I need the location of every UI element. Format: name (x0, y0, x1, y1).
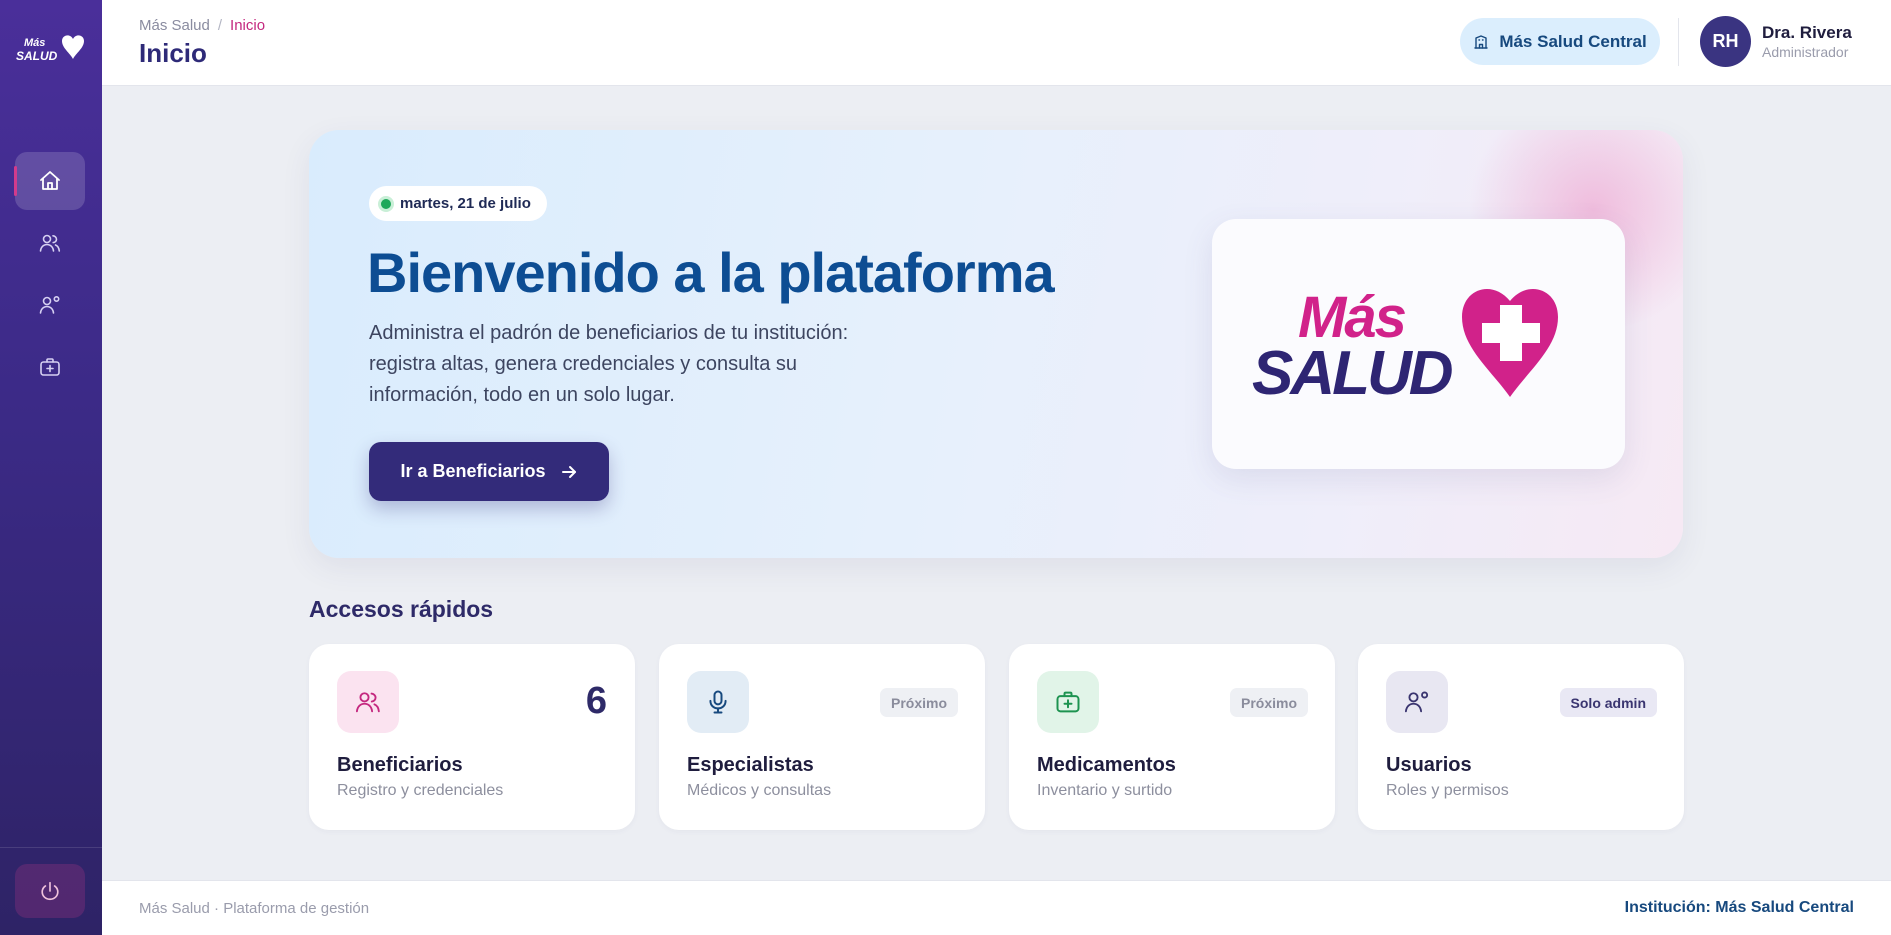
status-badge: Próximo (1229, 688, 1308, 717)
logout-button[interactable] (15, 864, 85, 918)
svg-text:Más: Más (24, 37, 45, 49)
welcome-hero: martes, 21 de julio Bienvenido a la plat… (309, 130, 1683, 558)
footer-institution-label: Institución: Más Salud Central (1624, 899, 1854, 916)
microphone-icon (709, 690, 727, 714)
sidebar-logo[interactable]: Más SALUD (14, 32, 88, 66)
quick-card-especialistas[interactable]: Próximo Especialistas Médicos y consulta… (659, 644, 985, 830)
power-icon (41, 881, 59, 901)
footer-app-label: Más Salud · Plataforma de gestión (139, 900, 370, 917)
quick-card-title: Usuarios (1386, 754, 1472, 776)
user-settings-icon (39, 295, 60, 314)
sidebar-item-usuarios[interactable] (15, 276, 85, 334)
quick-card-icon-box (1037, 671, 1099, 733)
quick-access-title: Accesos rápidos (309, 596, 494, 622)
users-icon (355, 692, 380, 713)
users-icon (39, 234, 61, 252)
institution-chip[interactable]: Más Salud Central (1460, 18, 1660, 65)
quick-card-medicamentos[interactable]: Próximo Medicamentos Inventario y surtid… (1009, 644, 1335, 830)
avatar[interactable]: RH (1700, 16, 1751, 67)
arrow-right-icon (561, 465, 576, 478)
quick-card-icon-box (337, 671, 399, 733)
mas-salud-logo: Más SALUD (1252, 285, 1558, 407)
sidebar-item-inicio[interactable] (14, 152, 85, 210)
top-header: Más Salud / Inicio Inicio Más Salud Centra… (102, 0, 1891, 86)
hero-title: Bienvenido a la plataforma (367, 241, 1055, 304)
status-dot-icon (381, 198, 391, 209)
quick-card-title: Medicamentos (1037, 754, 1176, 776)
building-icon (1474, 34, 1489, 49)
quick-card-icon-box (1386, 671, 1448, 733)
breadcrumb: Más Salud / Inicio (139, 17, 265, 34)
quick-card-subtitle: Inventario y surtido (1037, 782, 1173, 799)
date-label: martes, 21 de julio (400, 195, 531, 212)
quick-card-title: Especialistas (687, 754, 814, 776)
user-settings-icon (1404, 691, 1429, 713)
status-badge: Próximo (879, 688, 958, 717)
sidebar-footer (0, 847, 102, 935)
medkit-icon (1056, 691, 1080, 713)
beneficiarios-count: 6 (585, 680, 607, 722)
svg-text:SALUD: SALUD (1252, 339, 1453, 407)
quick-card-icon-box (687, 671, 749, 733)
sidebar: Más SALUD (0, 0, 102, 935)
hero-description: Administra el padrón de beneficiarios de… (369, 322, 849, 406)
quick-card-title: Beneficiarios (337, 754, 463, 776)
quick-card-subtitle: Registro y credenciales (337, 782, 504, 799)
date-chip: martes, 21 de julio (369, 186, 547, 221)
sidebar-item-medicamentos[interactable] (15, 338, 85, 396)
sidebar-item-beneficiarios[interactable] (15, 214, 85, 272)
quick-card-subtitle: Médicos y consultas (687, 782, 832, 799)
brand-logo-card: Más SALUD (1212, 219, 1625, 469)
status-badge: Solo admin (1559, 688, 1657, 717)
go-to-beneficiarios-button[interactable]: Ir a Beneficiarios (369, 442, 609, 501)
breadcrumb-separator: / (217, 17, 223, 34)
page-title: Inicio (139, 38, 207, 68)
medkit-icon (40, 358, 60, 376)
institution-chip-label: Más Salud Central (1499, 31, 1647, 51)
breadcrumb-root[interactable]: Más Salud (139, 17, 210, 34)
user-role: Administrador (1762, 44, 1849, 60)
sidebar-nav (0, 152, 102, 400)
quick-card-usuarios[interactable]: Solo admin Usuarios Roles y permisos (1358, 644, 1684, 830)
quick-card-subtitle: Roles y permisos (1386, 782, 1509, 799)
page-footer: Más Salud · Plataforma de gestión Instit… (102, 880, 1891, 935)
quick-card-beneficiarios[interactable]: 6 Beneficiarios Registro y credenciales (309, 644, 635, 830)
user-name: Dra. Rivera (1762, 23, 1852, 42)
home-icon (40, 171, 60, 190)
breadcrumb-current: Inicio (230, 17, 266, 34)
hero-button-label: Ir a Beneficiarios (400, 461, 546, 481)
svg-text:SALUD: SALUD (16, 49, 58, 63)
header-divider (1678, 18, 1679, 66)
